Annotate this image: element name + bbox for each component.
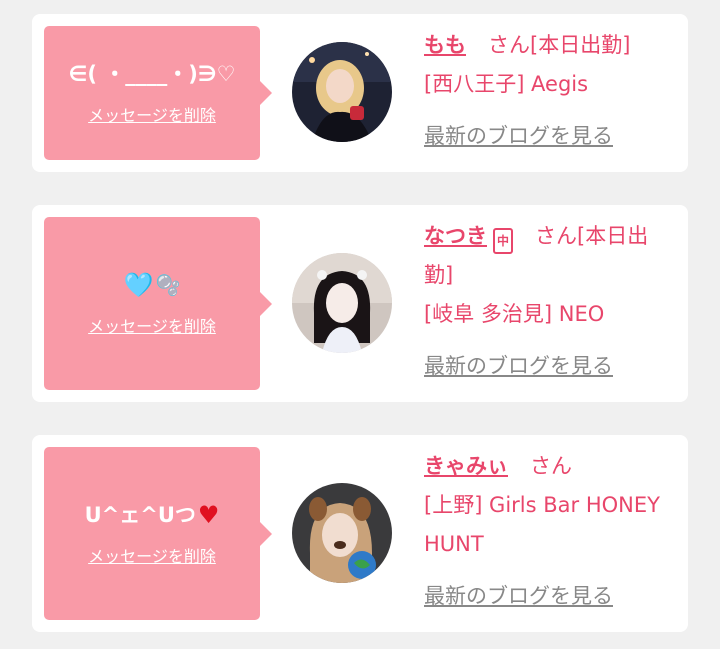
message-list: ∈( ・____・)∋♡ メッセージを削除 もも さん[本日出勤] [西八王子] … [0, 0, 720, 649]
sender-suffix: さん [530, 454, 572, 478]
avatar-photo-icon [292, 253, 392, 353]
message-text: 🩵 🫧 [124, 271, 181, 299]
view-blog-link[interactable]: 最新のブログを見る [424, 117, 674, 156]
sender-suffix: さん[本日出勤] [488, 33, 631, 57]
light-blue-heart-icon: 🩵 [123, 270, 154, 299]
sender-info: きゃみぃ さん [上野] Girls Bar HONEY HUNT 最新のブログを… [424, 447, 674, 616]
avatar-photo-icon [292, 483, 392, 583]
message-text-content: U^ェ^Uつ [84, 502, 196, 527]
sender-name: なつき [424, 224, 487, 248]
sender-shop: [岐阜 多治見] NEO [424, 302, 605, 326]
message-card: ∈( ・____・)∋♡ メッセージを削除 もも さん[本日出勤] [西八王子] … [32, 14, 688, 172]
sender-name-link[interactable]: きゃみぃ [424, 454, 508, 478]
delete-message-link[interactable]: メッセージを削除 [88, 313, 216, 337]
sender-shop: [上野] Girls Bar HONEY HUNT [424, 493, 660, 556]
avatar[interactable] [292, 253, 392, 353]
delete-message-link[interactable]: メッセージを削除 [88, 543, 216, 567]
message-text: ∈( ・____・)∋♡ [68, 62, 236, 86]
message-card: U^ェ^Uつ ♥ メッセージを削除 きゃみぃ さん [上野] Girls Bar H… [32, 435, 688, 632]
avatar-photo-icon [292, 42, 392, 142]
avatar[interactable] [292, 42, 392, 142]
message-bubble: U^ェ^Uつ ♥ メッセージを削除 [44, 447, 272, 620]
message-text: U^ェ^Uつ ♥ [85, 501, 220, 529]
sender-info: もも さん[本日出勤] [西八王子] Aegis 最新のブログを見る [424, 26, 674, 156]
sender-line: なつき中さん[本日出勤] [424, 217, 674, 295]
delete-message-link[interactable]: メッセージを削除 [88, 102, 216, 126]
sender-line: もも さん[本日出勤] [424, 26, 674, 65]
mahjong-icon: 中 [493, 228, 513, 254]
sender-line: きゃみぃ さん [424, 447, 674, 486]
message-bubble: ∈( ・____・)∋♡ メッセージを削除 [44, 26, 272, 160]
sender-info: なつき中さん[本日出勤] [岐阜 多治見] NEO 最新のブログを見る [424, 217, 674, 386]
message-card: 🩵 🫧 メッセージを削除 なつき中さん[本日出勤] [岐阜 多治見] NEO 最新… [32, 205, 688, 402]
sender-name-link[interactable]: もも [424, 33, 466, 57]
red-heart-icon: ♥ [197, 500, 220, 529]
view-blog-link[interactable]: 最新のブログを見る [424, 577, 674, 616]
sender-name-link[interactable]: なつき中 [424, 224, 513, 254]
view-blog-link[interactable]: 最新のブログを見る [424, 347, 674, 386]
bubbles-icon: 🫧 [155, 272, 181, 297]
sender-shop: [西八王子] Aegis [424, 72, 589, 96]
avatar[interactable] [292, 483, 392, 583]
message-bubble: 🩵 🫧 メッセージを削除 [44, 217, 272, 390]
